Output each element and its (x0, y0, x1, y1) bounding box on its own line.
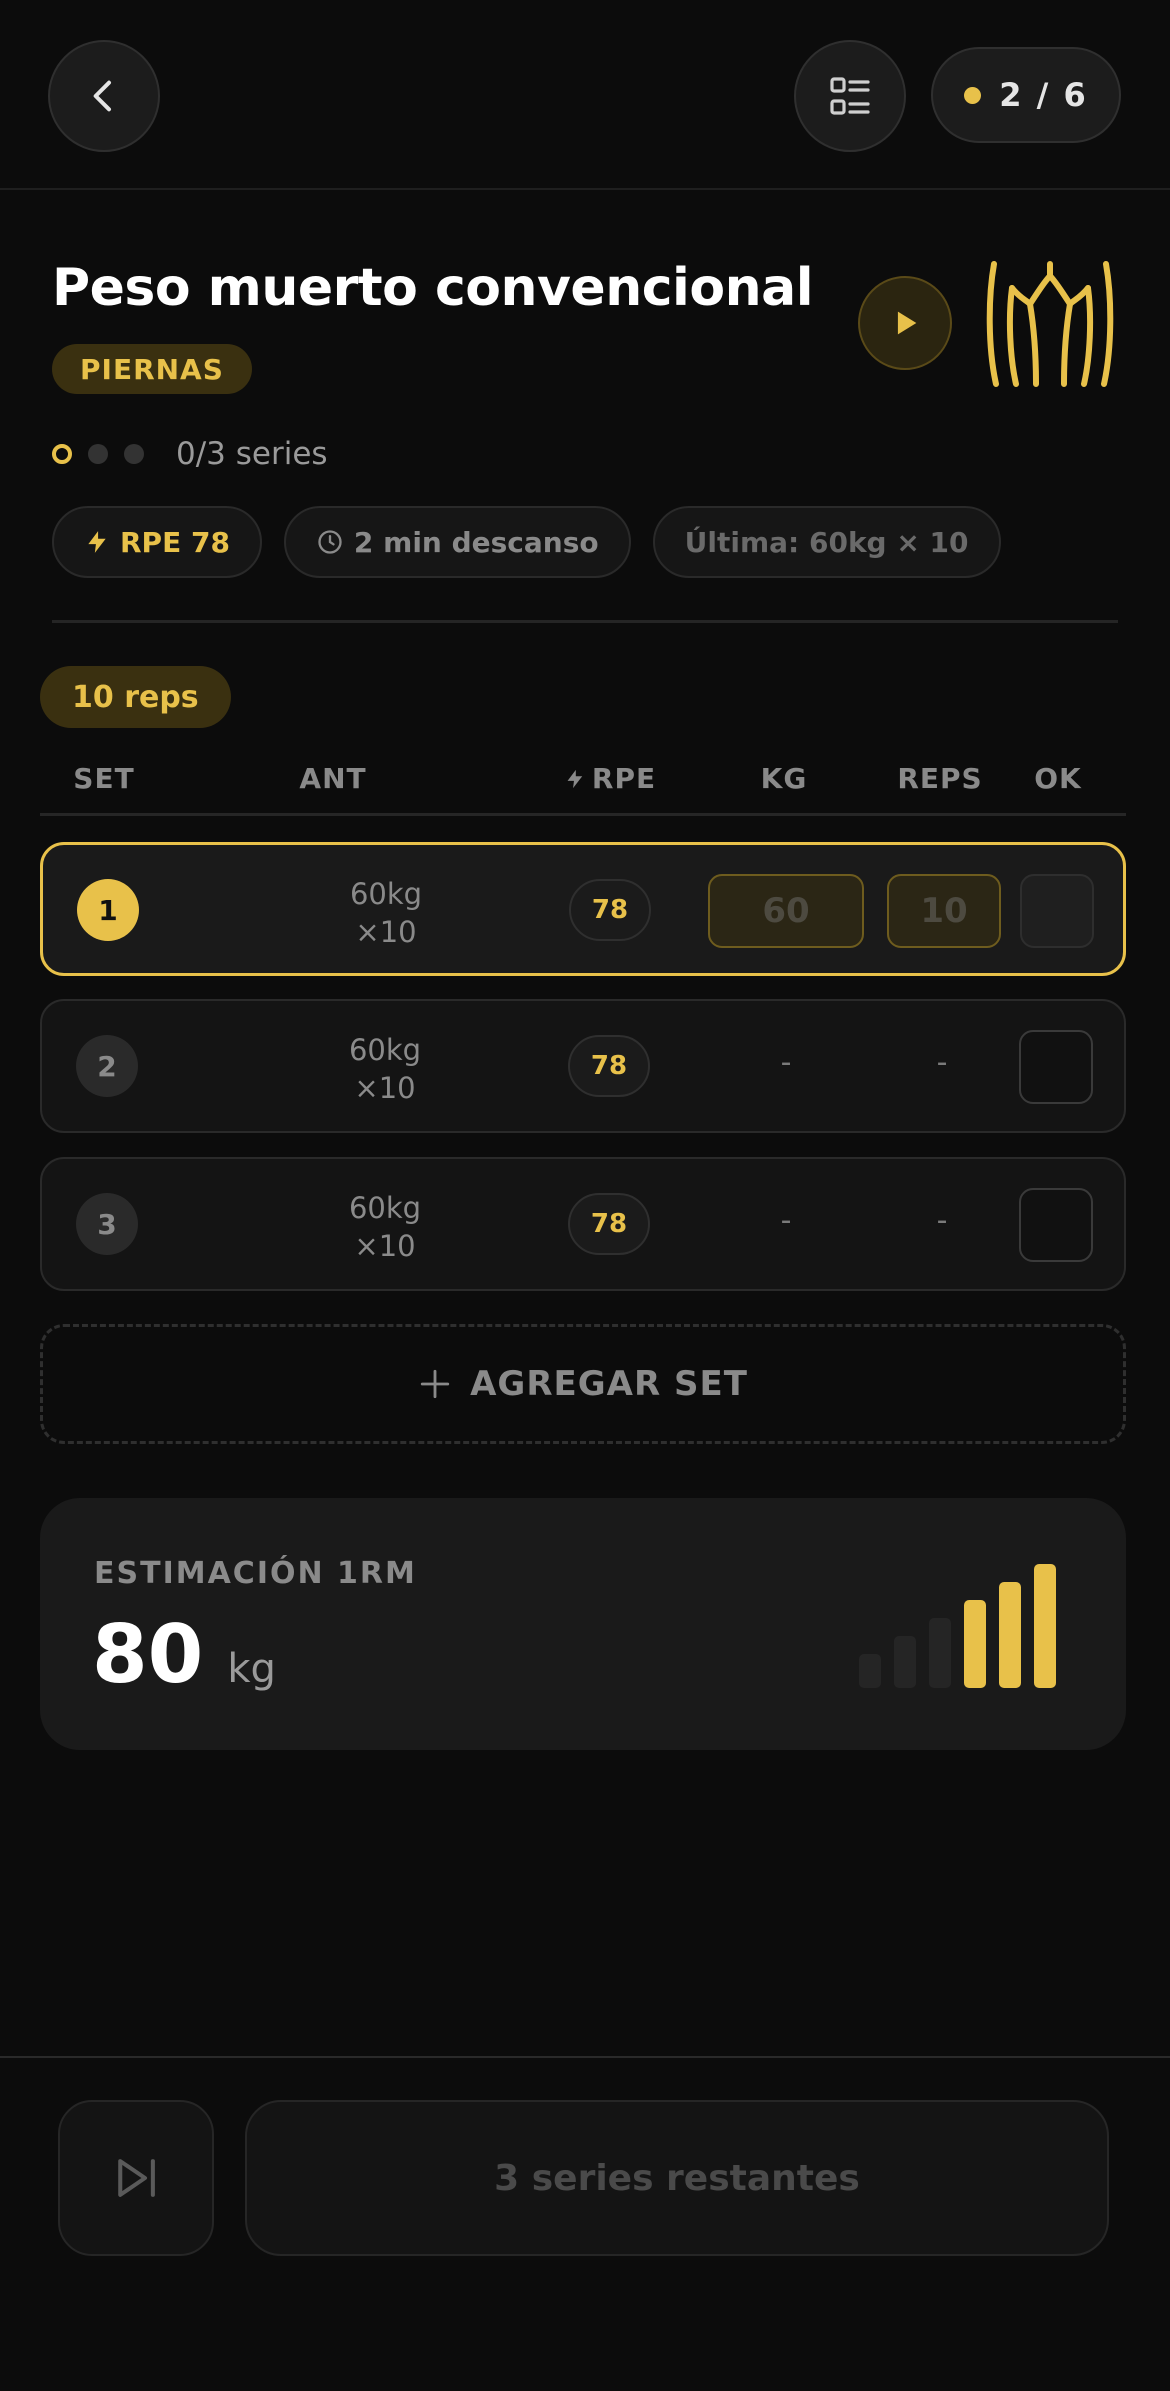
previous-reps: ×10 (354, 1229, 416, 1263)
col-header-rpe: RPE (564, 762, 656, 795)
strength-level-bars (859, 1564, 1056, 1688)
set-number: 1 (77, 879, 139, 941)
previous-kg: 60kg (348, 1033, 422, 1067)
rest-chip-label: 2 min descanso (353, 525, 599, 559)
one-rm-number: 80 (92, 1608, 204, 1701)
plus-icon (420, 1369, 450, 1399)
last-performance-label: Última: 60kg × 10 (684, 525, 969, 559)
strength-bar-filled (964, 1600, 986, 1688)
one-rm-unit: kg (227, 1646, 276, 1692)
complete-set-checkbox[interactable] (1019, 1030, 1093, 1104)
kg-value[interactable]: - (781, 1045, 792, 1080)
rpe-pill[interactable]: 78 (569, 879, 651, 941)
series-dot (88, 444, 108, 464)
previous-performance: 60kg ×10 (340, 1031, 430, 1107)
previous-performance: 60kg ×10 (341, 875, 431, 951)
previous-reps: ×10 (355, 915, 417, 949)
kg-value[interactable]: - (781, 1203, 792, 1238)
reps-input[interactable]: 10 (887, 874, 1001, 948)
list-icon (830, 77, 870, 115)
reps-value[interactable]: - (937, 1045, 948, 1080)
strength-bar-empty (929, 1618, 951, 1688)
strength-bar-empty (859, 1654, 881, 1688)
col-header-ok: OK (1034, 762, 1082, 795)
previous-kg: 60kg (348, 1191, 422, 1225)
category-badge: PIERNAS (52, 344, 252, 394)
rpe-chip: RPE 78 (52, 506, 262, 578)
strength-bar-filled (1034, 1564, 1056, 1688)
col-header-rpe-label: RPE (591, 762, 657, 795)
previous-reps: ×10 (354, 1071, 416, 1105)
strength-bar-filled (999, 1582, 1021, 1688)
sets-table-header: SET ANT RPE KG REPS OK (40, 752, 1126, 816)
top-bar: 2 / 6 (0, 0, 1170, 190)
kg-input[interactable]: 60 (708, 874, 864, 948)
set-row-2[interactable]: 2 60kg ×10 78 - - (40, 999, 1126, 1133)
rest-chip[interactable]: 2 min descanso (283, 506, 631, 578)
series-progress: 0/3 series (52, 436, 328, 472)
add-set-button[interactable]: AGREGAR SET (40, 1324, 1126, 1444)
col-header-set: SET (73, 762, 135, 795)
rpe-chip-label: RPE 78 (120, 525, 230, 559)
series-dot-current (52, 444, 72, 464)
one-rm-label: ESTIMACIÓN 1RM (94, 1556, 417, 1591)
set-number: 2 (76, 1035, 138, 1097)
skip-exercise-button[interactable] (58, 2100, 214, 2256)
back-arrow-icon (93, 80, 111, 112)
series-dot (124, 444, 144, 464)
exercise-list-button[interactable] (794, 40, 906, 152)
progress-dot (964, 86, 982, 104)
set-number: 3 (76, 1193, 138, 1255)
strength-bar-empty (894, 1636, 916, 1688)
exercise-progress-text: 2 / 6 (999, 76, 1088, 114)
complete-set-checkbox[interactable] (1020, 874, 1094, 948)
skip-next-icon (118, 2159, 155, 2197)
exercise-title: Peso muerto convencional (52, 258, 814, 318)
play-icon (897, 311, 917, 335)
back-button[interactable] (48, 40, 160, 152)
col-header-reps: REPS (897, 762, 983, 795)
rpe-pill[interactable]: 78 (568, 1035, 650, 1097)
divider (52, 620, 1118, 623)
one-rm-value: 80 kg (92, 1608, 276, 1701)
last-performance-chip: Última: 60kg × 10 (652, 506, 1001, 578)
exercise-chips: RPE 78 2 min descanso Última: 60kg × 10 (52, 506, 1001, 578)
complete-set-checkbox[interactable] (1019, 1188, 1093, 1262)
series-count: 0/3 series (176, 436, 328, 472)
set-row-1[interactable]: 1 60kg ×10 78 60 10 (40, 842, 1126, 976)
exercise-progress-pill[interactable]: 2 / 6 (931, 47, 1121, 143)
previous-performance: 60kg ×10 (340, 1189, 430, 1265)
bolt-icon (88, 531, 106, 553)
reps-value[interactable]: - (937, 1203, 948, 1238)
col-header-kg: KG (760, 762, 808, 795)
add-set-label: AGREGAR SET (470, 1364, 748, 1404)
bolt-icon (567, 769, 583, 788)
bottom-bar: 3 series restantes (0, 2056, 1170, 2391)
finish-sets-button[interactable]: 3 series restantes (245, 2100, 1109, 2256)
target-reps-badge: 10 reps (40, 666, 231, 728)
col-header-prev: ANT (299, 762, 367, 795)
clock-icon (318, 530, 342, 554)
set-row-3[interactable]: 3 60kg ×10 78 - - (40, 1157, 1126, 1291)
one-rm-card: ESTIMACIÓN 1RM 80 kg (40, 1498, 1126, 1750)
previous-kg: 60kg (349, 877, 423, 911)
rpe-pill[interactable]: 78 (568, 1193, 650, 1255)
play-video-button[interactable] (858, 276, 952, 370)
muscle-icon (986, 261, 1114, 387)
